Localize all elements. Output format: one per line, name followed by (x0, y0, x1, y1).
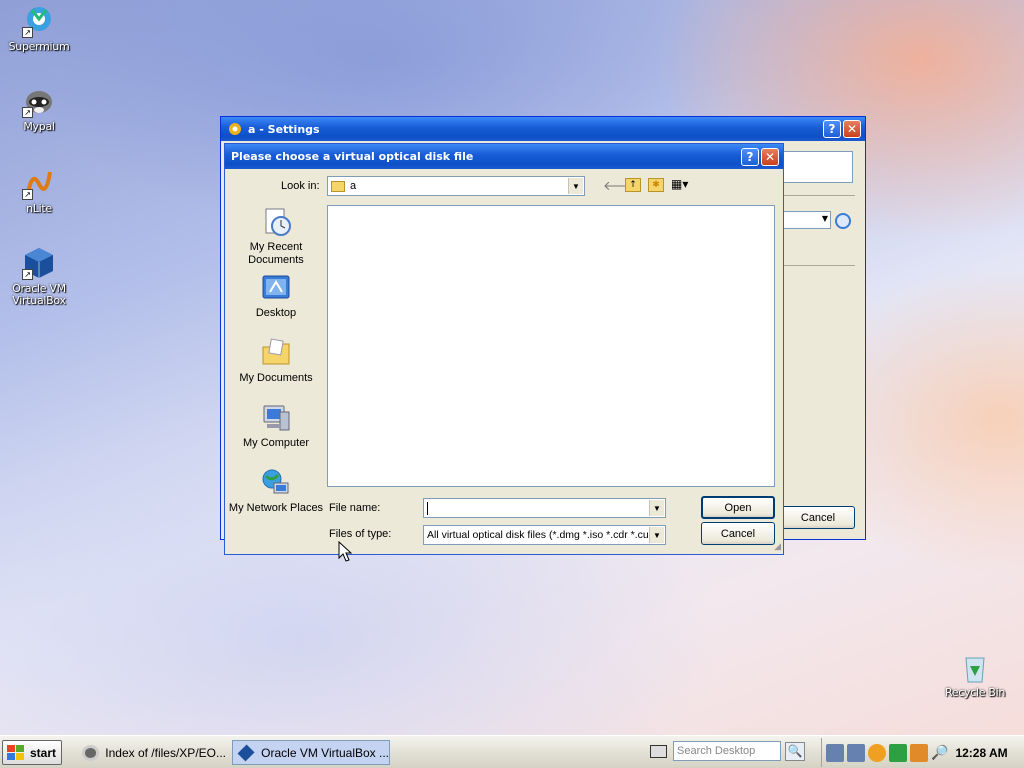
supermium-icon: ↗ (22, 4, 56, 38)
resize-grip-icon[interactable]: ◢ (774, 542, 781, 552)
raccoon-icon: ↗ (22, 84, 56, 118)
place-my-documents[interactable]: My Documents (227, 337, 325, 385)
desktop-icon-label: Recycle Bin (944, 686, 1006, 699)
search-placeholder: Search Desktop (677, 745, 756, 757)
settings-title: a - Settings (248, 122, 320, 136)
desktop-icon-virtualbox[interactable]: ↗ Oracle VM VirtualBox (1, 246, 77, 307)
start-button[interactable]: start (2, 740, 62, 765)
place-my-computer[interactable]: My Computer (227, 402, 325, 450)
view-menu-icon[interactable]: ▦▾ (671, 178, 693, 192)
file-dialog-title-bar[interactable]: Please choose a virtual optical disk fil… (225, 144, 783, 169)
task-label: Oracle VM VirtualBox ... (261, 745, 389, 760)
settings-drive-select[interactable]: ▼ (783, 211, 831, 229)
chevron-down-icon: ▼ (649, 527, 664, 543)
place-label: My Network Places (228, 502, 324, 514)
desktop-icon (260, 272, 292, 304)
place-my-recent-documents[interactable]: My Recent Documents (227, 206, 325, 267)
virtualbox-icon (237, 743, 255, 762)
new-folder-icon[interactable]: ✱ (648, 178, 664, 192)
settings-divider (783, 265, 855, 266)
start-label: start (30, 745, 57, 760)
files-of-type-label: Files of type: (329, 528, 392, 540)
file-dialog-title: Please choose a virtual optical disk fil… (231, 150, 474, 163)
place-my-network-places[interactable]: My Network Places (227, 467, 325, 515)
look-in-value: a (350, 180, 357, 192)
virtualbox-icon: ↗ (22, 246, 56, 280)
desktop-icon-nlite[interactable]: ↗ nLite (1, 166, 77, 215)
desktop-icon-mypal[interactable]: ↗ Mypal (1, 84, 77, 133)
chevron-down-icon: ▼ (821, 214, 828, 223)
text-cursor (427, 501, 428, 515)
settings-name-field[interactable] (783, 151, 853, 183)
keyboard-icon[interactable] (650, 745, 667, 758)
up-folder-icon[interactable]: ↑ (625, 178, 641, 192)
mouse-pointer-icon (338, 541, 352, 562)
settings-cancel-button[interactable]: Cancel (781, 506, 855, 529)
chevron-down-icon: ▼ (649, 500, 664, 516)
taskbar-item-virtualbox[interactable]: Oracle VM VirtualBox ... (232, 740, 390, 765)
network-icon[interactable] (826, 743, 844, 762)
network-places-icon (260, 467, 292, 499)
desktop-icon-supermium[interactable]: ↗ Supermium (1, 4, 77, 53)
settings-divider (783, 195, 855, 196)
file-name-label: File name: (329, 502, 381, 514)
antivirus-icon[interactable] (868, 743, 886, 762)
clock: 12:28 AM (955, 745, 1008, 760)
close-button[interactable]: ✕ (761, 147, 779, 166)
help-button[interactable]: ? (823, 120, 841, 138)
place-label: My Documents (239, 372, 313, 384)
network-icon[interactable] (847, 743, 865, 762)
folder-icon (331, 180, 345, 192)
places-bar: My Recent Documents Desktop My Documents… (227, 204, 327, 536)
search-icon[interactable]: 🔍 (785, 742, 805, 761)
settings-title-bar[interactable]: a - Settings ? ✕ (221, 117, 865, 141)
help-button[interactable]: ? (741, 147, 759, 166)
disc-icon[interactable] (835, 213, 851, 229)
desktop-icon-label: Supermium (8, 40, 70, 53)
files-of-type-select[interactable]: All virtual optical disk files (*.dmg *.… (423, 525, 666, 545)
desktop-icon-label: nLite (26, 202, 52, 215)
desktop-search-input[interactable]: Search Desktop (673, 741, 781, 761)
look-in-dropdown[interactable]: a ▼ (327, 176, 585, 196)
task-label: Index of /files/XP/EO... (105, 745, 226, 760)
system-tray: 🔎 12:28 AM (821, 738, 1021, 767)
place-label: Desktop (255, 307, 297, 319)
cancel-button[interactable]: Cancel (701, 522, 775, 545)
place-desktop[interactable]: Desktop (227, 272, 325, 320)
recycle-bin-icon (958, 650, 992, 684)
taskbar-item-browser[interactable]: Index of /files/XP/EO... (76, 740, 226, 765)
file-dialog: Please choose a virtual optical disk fil… (224, 143, 784, 555)
raccoon-icon (82, 744, 100, 761)
recent-documents-icon (260, 206, 292, 238)
close-button[interactable]: ✕ (843, 120, 861, 138)
magnifier-icon[interactable]: 🔎 (931, 745, 948, 761)
gear-icon (227, 121, 243, 137)
desktop-icon-recycle-bin[interactable]: Recycle Bin (937, 650, 1013, 699)
desktop-icon-label: Mypal (23, 120, 55, 133)
updates-icon[interactable] (889, 743, 907, 762)
my-computer-icon (260, 402, 292, 434)
taskbar: start Index of /files/XP/EO... Oracle VM… (0, 735, 1024, 768)
windows-logo-icon (7, 745, 24, 760)
nlite-icon: ↗ (22, 166, 56, 200)
open-button[interactable]: Open (701, 496, 775, 519)
file-list[interactable] (327, 205, 775, 487)
user-icon[interactable] (910, 743, 928, 762)
chevron-down-icon: ▼ (568, 178, 583, 194)
place-label: My Computer (242, 437, 310, 449)
file-name-input[interactable]: ▼ (423, 498, 666, 518)
place-label: My Recent Documents (248, 241, 304, 266)
my-documents-icon (260, 337, 292, 369)
look-in-label: Look in: (281, 180, 320, 192)
desktop-icon-label: Oracle VM VirtualBox (12, 282, 66, 307)
files-of-type-value: All virtual optical disk files (*.dmg *.… (427, 529, 655, 541)
